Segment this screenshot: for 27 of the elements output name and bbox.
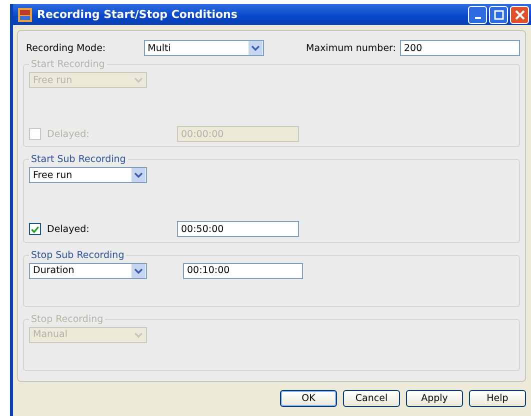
delay-time-field[interactable]: 00:50:00 [177, 221, 299, 238]
app-icon [18, 8, 32, 22]
recording-mode-dropdown[interactable]: Multi [144, 40, 264, 56]
close-button[interactable] [510, 6, 529, 24]
maximum-number-label: Maximum number: [306, 42, 396, 54]
duration-field[interactable]: 00:10:00 [183, 262, 303, 279]
minimize-icon [474, 16, 480, 18]
window-title: Recording Start/Stop Conditions [37, 8, 238, 21]
group-title: Stop Recording [30, 314, 104, 325]
minimize-button[interactable] [468, 6, 487, 24]
dialog-button[interactable]: OK [280, 390, 337, 407]
condition-dropdown[interactable]: Duration [29, 262, 147, 279]
recording-mode-label: Recording Mode: [26, 42, 106, 54]
group-title: Stop Sub Recording [30, 250, 126, 261]
delayed-checkbox[interactable] [29, 223, 41, 236]
close-icon [514, 8, 526, 20]
dialog-button[interactable]: Apply [406, 390, 463, 407]
group-title: Start Sub Recording [30, 154, 127, 166]
maximize-button[interactable] [489, 6, 508, 24]
delayed-label: Delayed: [47, 224, 90, 235]
dialog-button[interactable]: Help [469, 390, 526, 407]
condition-dropdown[interactable]: Free run [29, 167, 147, 184]
dialog-button[interactable]: Cancel [343, 390, 400, 407]
delayed-label: Delayed: [47, 128, 90, 140]
maximum-number-field[interactable]: 200 [400, 40, 520, 56]
group-title: Start Recording [30, 59, 106, 70]
maximize-icon [492, 8, 504, 20]
